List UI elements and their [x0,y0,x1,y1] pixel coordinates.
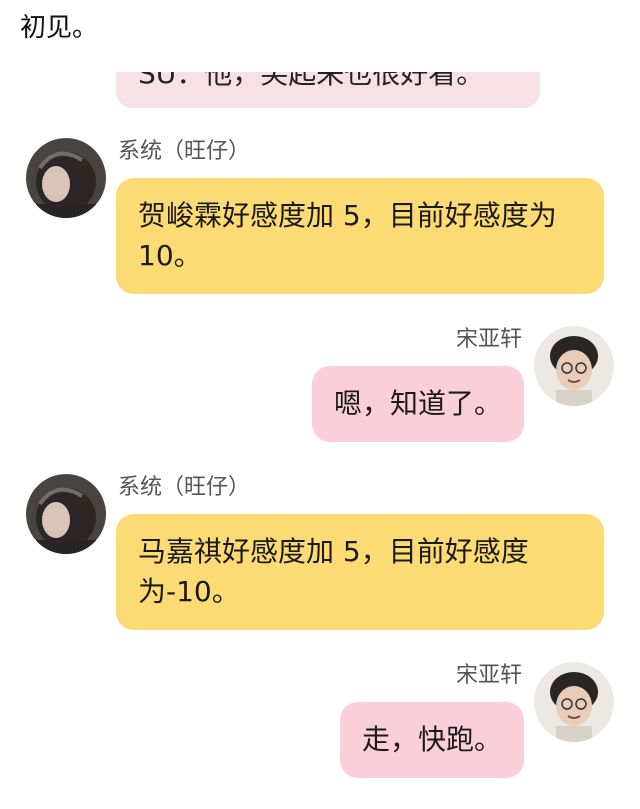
message-text: 嗯，知道了。 [333,387,502,420]
message-text: 贺峻霖好感度加 5，目前好感度为 10。 [138,199,557,272]
message-text: 走，快跑。 [361,723,502,756]
message-bubble[interactable]: 走，快跑。 [339,702,524,778]
sender-name: 系统（旺仔） [118,139,251,164]
sender-name: 宋亚轩 [455,327,522,352]
message-bubble[interactable]: 嗯，知道了。 [311,366,524,442]
narration-text: 初见。 [20,13,99,43]
boy-avatar-icon[interactable] [534,662,614,742]
partial-message-bubble[interactable]: SU：他，笑起来也很好看。 [116,72,540,108]
boy-avatar-icon[interactable] [534,326,614,406]
girl-avatar-icon[interactable] [26,138,106,218]
message-bubble[interactable]: 马嘉祺好感度加 5，目前好感度为-10。 [116,514,604,630]
message-text: 马嘉祺好感度加 5，目前好感度为-10。 [138,535,529,608]
girl-avatar-icon[interactable] [26,474,106,554]
sender-name: 系统（旺仔） [118,475,251,500]
partial-message-text: SU：他，笑起来也很好看。 [138,72,485,90]
message-bubble[interactable]: 贺峻霖好感度加 5，目前好感度为 10。 [116,178,604,294]
sender-name: 宋亚轩 [455,663,522,688]
